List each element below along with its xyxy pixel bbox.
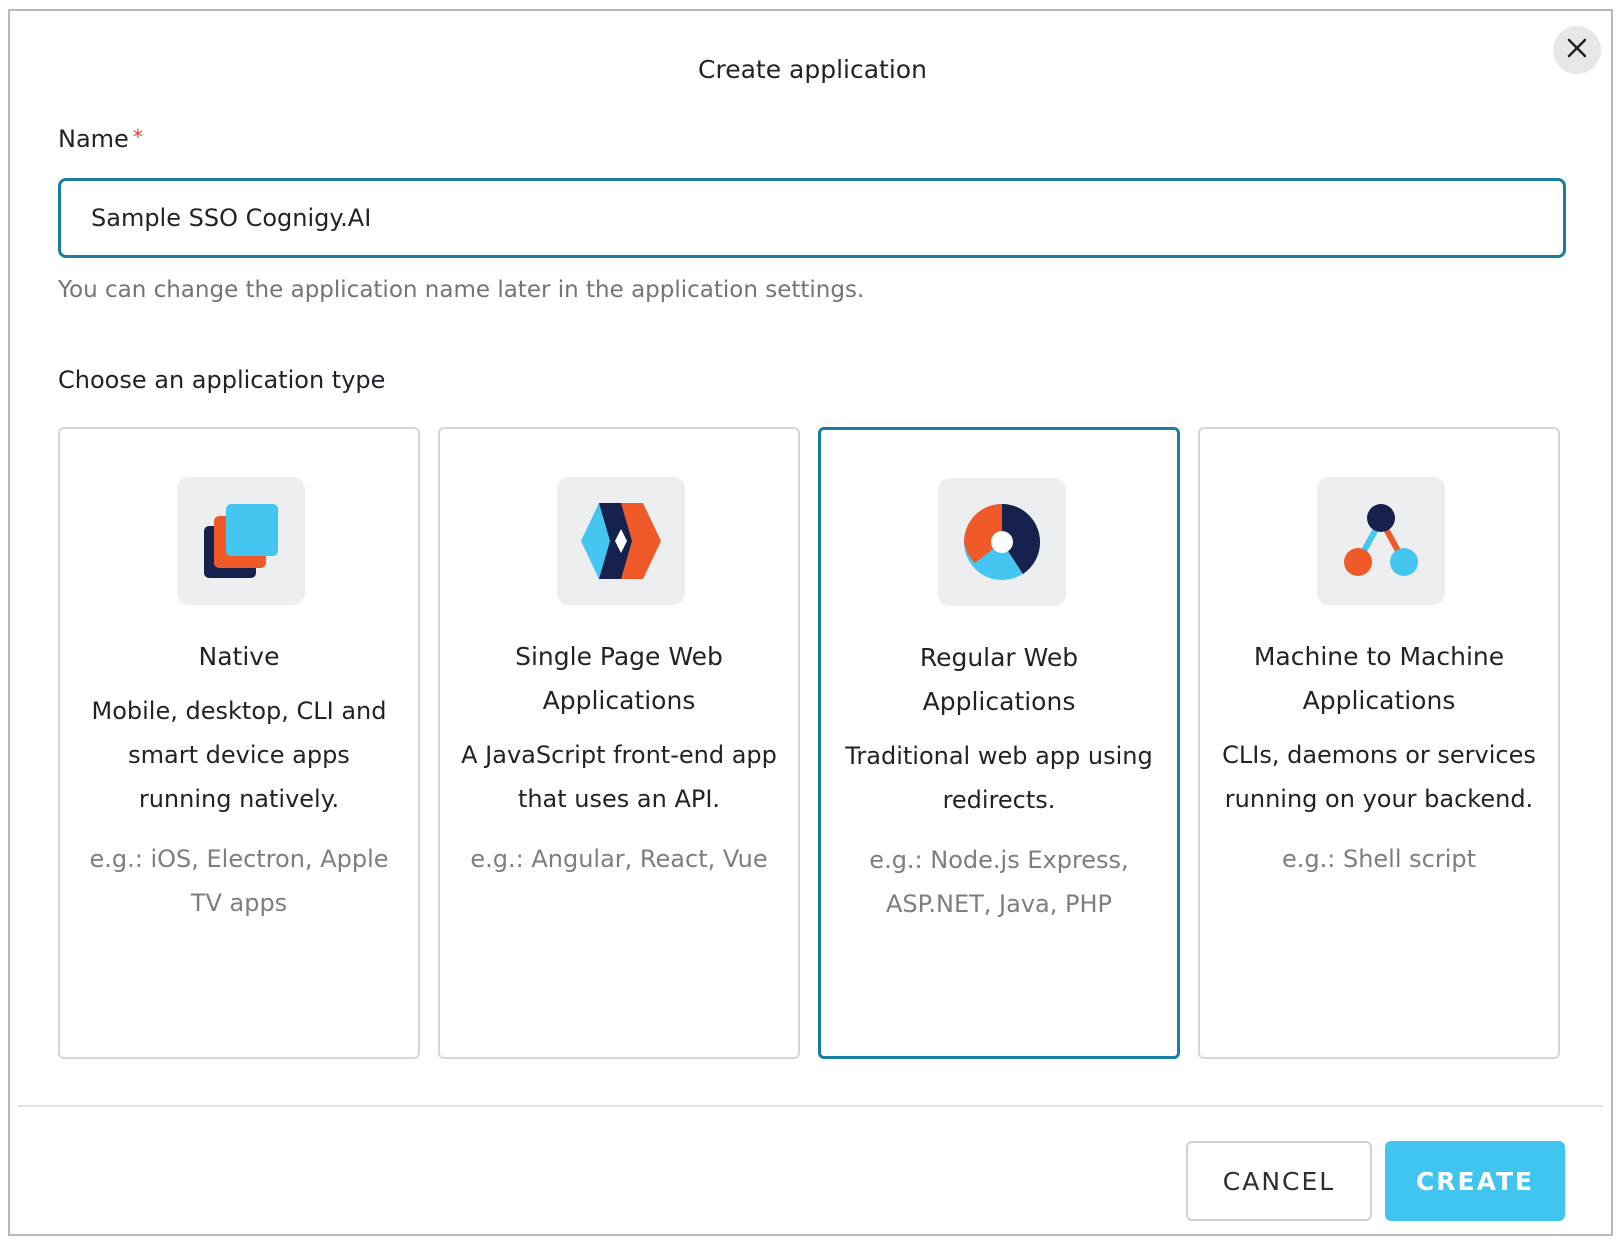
name-hint: You can change the application name late… — [58, 277, 865, 303]
card-description: Traditional web app using redirects. — [845, 742, 1153, 814]
spa-icon — [557, 477, 685, 605]
create-application-dialog: Create application Name* You can change … — [8, 9, 1613, 1236]
card-regular-web-text: Regular Web Applications Traditional web… — [841, 636, 1157, 926]
name-input[interactable] — [58, 178, 1566, 258]
card-description: A JavaScript front-end app that uses an … — [461, 741, 777, 813]
name-label: Name * — [58, 125, 143, 153]
card-title: Native — [198, 642, 280, 671]
close-icon — [1566, 37, 1588, 63]
card-native[interactable]: Native Mobile, desktop, CLI and smart de… — [58, 427, 420, 1059]
card-example: e.g.: iOS, Electron, Apple TV apps — [89, 845, 389, 917]
card-title: Regular Web Applications — [919, 643, 1079, 716]
card-regular-web-applications[interactable]: Regular Web Applications Traditional web… — [818, 427, 1180, 1059]
card-spa-text: Single Page Web Applications A JavaScrip… — [460, 635, 778, 881]
card-description: CLIs, daemons or services running on you… — [1222, 741, 1536, 813]
card-native-text: Native Mobile, desktop, CLI and smart de… — [80, 635, 398, 925]
native-icon — [177, 477, 305, 605]
required-marker: * — [132, 125, 143, 149]
create-button[interactable]: CREATE — [1385, 1141, 1565, 1221]
card-title: Machine to Machine Applications — [1253, 642, 1505, 715]
card-example: e.g.: Node.js Express, ASP.NET, Java, PH… — [869, 846, 1129, 918]
card-machine-to-machine-applications[interactable]: Machine to Machine Applications CLIs, da… — [1198, 427, 1560, 1059]
footer-divider — [18, 1105, 1603, 1107]
card-description: Mobile, desktop, CLI and smart device ap… — [91, 697, 387, 813]
card-example: e.g.: Angular, React, Vue — [470, 845, 768, 873]
name-label-text: Name — [58, 125, 129, 153]
application-type-cards: Native Mobile, desktop, CLI and smart de… — [58, 427, 1568, 1059]
card-single-page-web-applications[interactable]: Single Page Web Applications A JavaScrip… — [438, 427, 800, 1059]
dialog-title: Create application — [698, 55, 927, 84]
application-type-label: Choose an application type — [58, 366, 386, 394]
card-title: Single Page Web Applications — [515, 642, 723, 715]
card-m2m-text: Machine to Machine Applications CLIs, da… — [1220, 635, 1538, 881]
close-button[interactable] — [1553, 26, 1601, 74]
m2m-icon — [1317, 477, 1445, 605]
cancel-button[interactable]: CANCEL — [1186, 1141, 1372, 1221]
card-example: e.g.: Shell script — [1281, 845, 1477, 873]
regular-web-icon — [938, 478, 1066, 606]
